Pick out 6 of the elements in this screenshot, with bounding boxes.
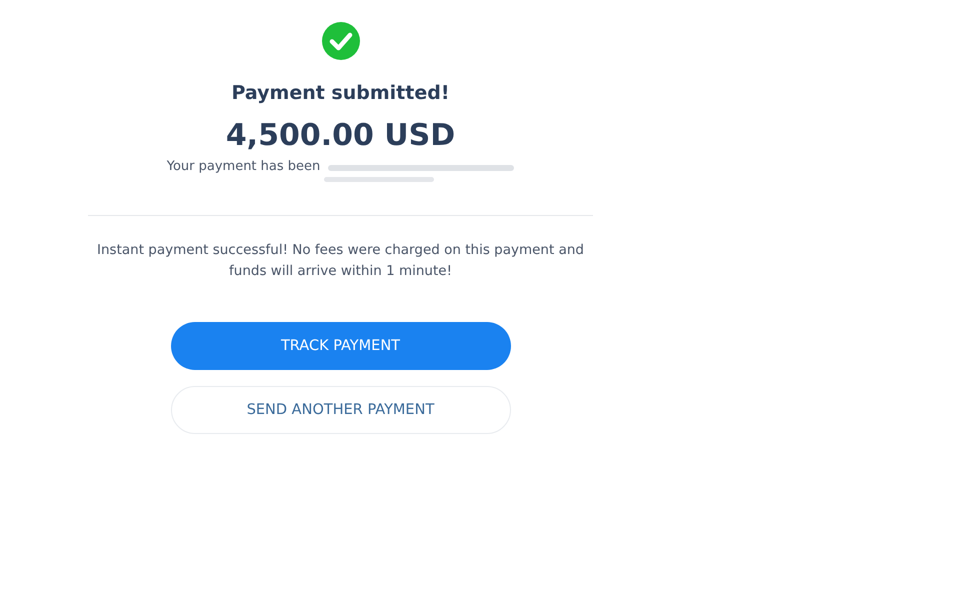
track-payment-button[interactable]: TRACK PAYMENT [170, 322, 510, 370]
send-another-button[interactable]: SEND ANOTHER PAYMENT [170, 386, 510, 434]
payment-amount: 4,500.00 USD [226, 118, 456, 153]
recipient-note: Your payment has been [166, 159, 320, 174]
status-title: Payment submitted! [231, 82, 450, 104]
info-message: Instant payment successful! No fees were charged on this payment and funds will arrive within 1 minute! [96, 241, 585, 281]
